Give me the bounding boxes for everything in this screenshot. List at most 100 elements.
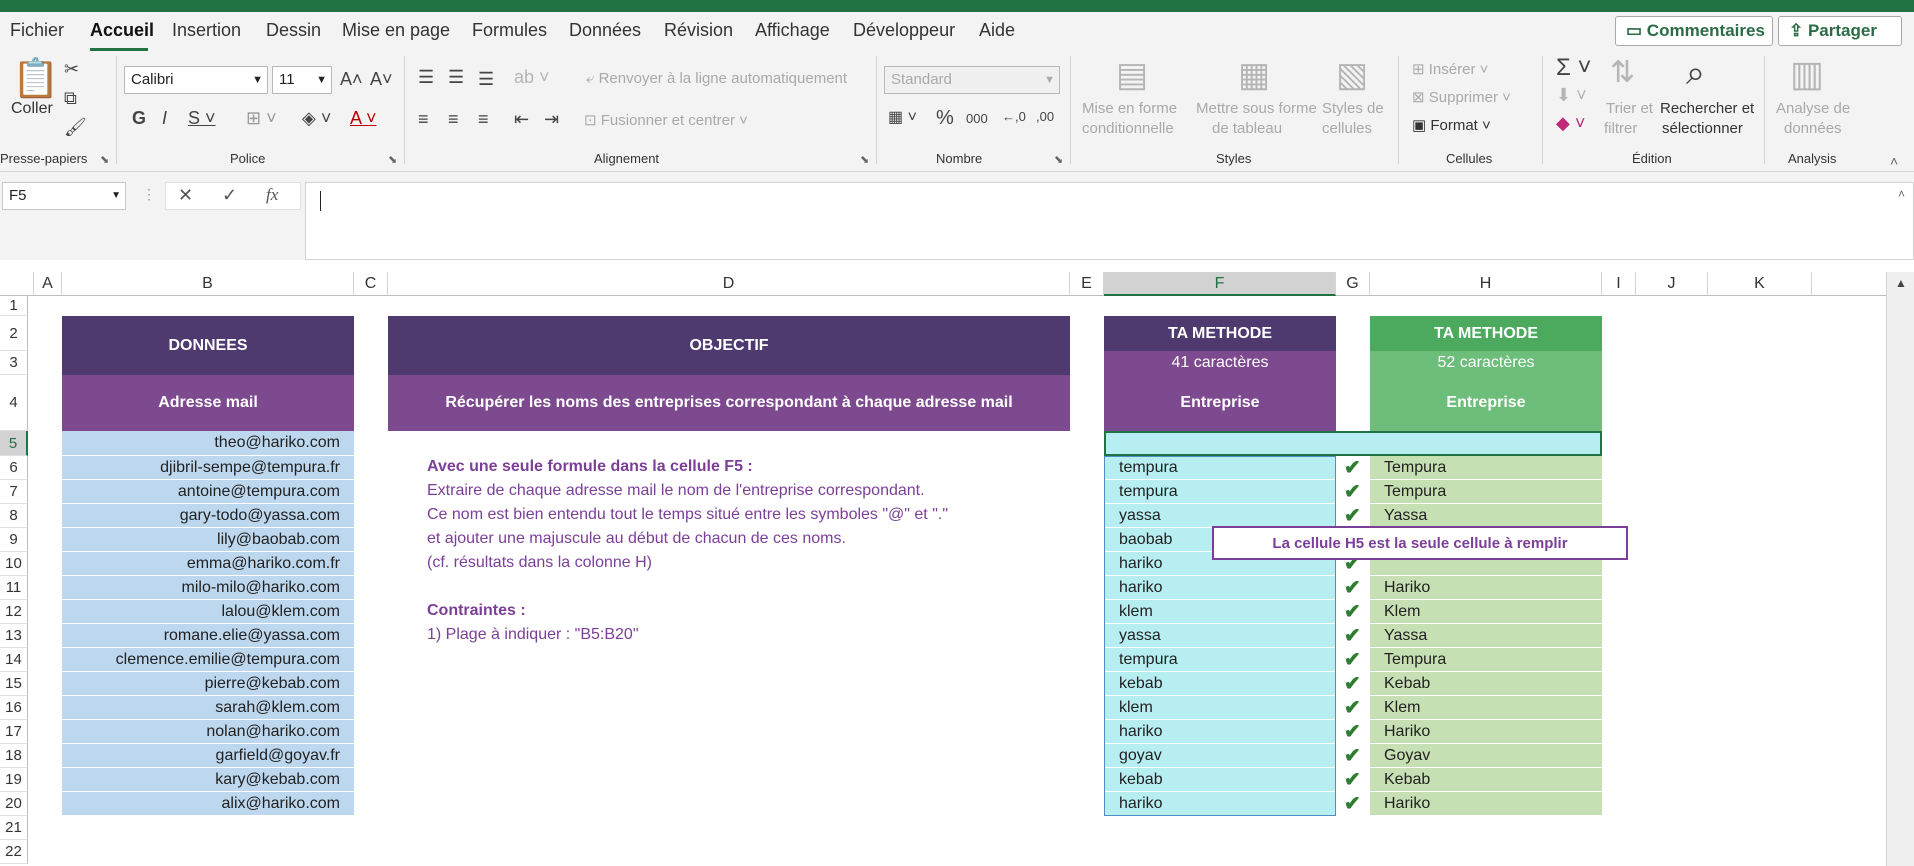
tab-fichier[interactable]: Fichier	[10, 20, 64, 41]
autosum-icon[interactable]: Σ ˅	[1556, 56, 1592, 80]
increase-decimal-icon[interactable]: ←,0	[1002, 110, 1026, 123]
name-box[interactable]: F5 ▼	[2, 182, 126, 210]
row-header-16[interactable]: 16	[0, 696, 28, 720]
fill-icon[interactable]: ⬇ ˅	[1556, 86, 1587, 104]
analyze-label-1[interactable]: Analyse de	[1776, 100, 1850, 117]
column-header-a[interactable]: A	[34, 272, 62, 296]
collapse-ribbon-icon[interactable]: ˄	[1890, 153, 1898, 169]
decrease-indent-icon[interactable]: ⇤	[514, 110, 529, 128]
selected-cell-f5[interactable]	[1104, 431, 1602, 456]
sort-label-2[interactable]: filtrer	[1604, 120, 1637, 137]
tab-formules[interactable]: Formules	[472, 20, 547, 41]
font-color-icon[interactable]: A ˅	[350, 109, 377, 127]
find-label-1[interactable]: Rechercher et	[1660, 100, 1754, 117]
search-icon[interactable]: ⌕	[1686, 56, 1705, 90]
align-right-icon[interactable]: ≡	[478, 110, 489, 128]
font-launcher-icon[interactable]: ⬊	[388, 153, 397, 166]
underline-icon[interactable]: S ˅	[188, 109, 216, 127]
row-header-18[interactable]: 18	[0, 744, 28, 768]
number-format-dropdown[interactable]: Standard ▼	[884, 66, 1060, 94]
share-button[interactable]: ⇪ Partager	[1778, 16, 1902, 46]
sort-filter-icon[interactable]: ⇅	[1610, 58, 1635, 88]
tab-revision[interactable]: Révision	[664, 20, 733, 41]
column-header-j[interactable]: J	[1636, 272, 1708, 296]
table-format-label-2[interactable]: de tableau	[1212, 120, 1282, 137]
accounting-format-icon[interactable]: ▦ ˅	[888, 110, 917, 126]
tab-dessin[interactable]: Dessin	[266, 20, 321, 41]
cond-format-label-1[interactable]: Mise en forme	[1082, 100, 1177, 117]
decrease-font-icon[interactable]: A˅	[370, 70, 393, 88]
delete-button[interactable]: ⊠ Supprimer ˅	[1412, 88, 1511, 106]
tab-mise-en-page[interactable]: Mise en page	[342, 20, 450, 41]
column-header-d[interactable]: D	[388, 272, 1070, 296]
insert-button[interactable]: ⊞ Insérer ˅	[1412, 60, 1488, 78]
tab-insertion[interactable]: Insertion	[172, 20, 241, 41]
format-button[interactable]: ▣ Format ˅	[1412, 116, 1491, 134]
clear-icon[interactable]: ◆ ˅	[1556, 114, 1585, 132]
insert-function-icon[interactable]: fx	[266, 185, 278, 205]
row-header-13[interactable]: 13	[0, 624, 28, 648]
column-header-e[interactable]: E	[1070, 272, 1104, 296]
row-header-10[interactable]: 10	[0, 552, 28, 576]
thousands-icon[interactable]: 000	[966, 112, 988, 125]
row-header-17[interactable]: 17	[0, 720, 28, 744]
alignment-launcher-icon[interactable]: ⬊	[860, 153, 869, 166]
cell-styles-icon[interactable]: ▧	[1336, 58, 1368, 92]
orientation-icon[interactable]: ab ˅	[514, 68, 550, 86]
row-header-4[interactable]: 4	[0, 375, 28, 431]
row-header-8[interactable]: 8	[0, 504, 28, 528]
find-label-2[interactable]: sélectionner	[1662, 120, 1743, 137]
tab-accueil[interactable]: Accueil	[90, 20, 154, 41]
enter-icon[interactable]: ✓	[222, 185, 237, 206]
borders-icon[interactable]: ⊞ ˅	[246, 109, 277, 127]
analyze-data-icon[interactable]: ▥	[1790, 56, 1824, 92]
row-header-9[interactable]: 9	[0, 528, 28, 552]
cell-styles-label-2[interactable]: cellules	[1322, 120, 1372, 137]
tab-affichage[interactable]: Affichage	[755, 20, 830, 41]
column-header-b[interactable]: B	[62, 272, 354, 296]
row-header-11[interactable]: 11	[0, 576, 28, 600]
decrease-decimal-icon[interactable]: ,00	[1036, 110, 1054, 123]
analyze-label-2[interactable]: données	[1784, 120, 1842, 137]
bold-icon[interactable]: G	[132, 109, 146, 127]
wrap-text-button[interactable]: ⤶ Renvoyer à la ligne automatiquement	[586, 70, 847, 87]
comments-button[interactable]: ▭ Commentaires	[1615, 16, 1773, 46]
tab-aide[interactable]: Aide	[979, 20, 1015, 41]
percent-icon[interactable]: %	[936, 108, 954, 128]
clipboard-launcher-icon[interactable]: ⬊	[100, 153, 109, 166]
select-all-corner[interactable]	[0, 272, 34, 296]
cond-format-label-2[interactable]: conditionnelle	[1082, 120, 1174, 137]
formula-input[interactable]: ˄	[305, 182, 1914, 260]
row-header-22[interactable]: 22	[0, 840, 28, 864]
font-size-dropdown[interactable]: 11 ▼	[272, 66, 332, 94]
paste-label[interactable]: Coller	[11, 100, 53, 118]
sort-label-1[interactable]: Trier et	[1606, 100, 1653, 117]
align-bottom-icon[interactable]: ☰	[478, 70, 494, 88]
row-header-21[interactable]: 21	[0, 816, 28, 840]
row-header-6[interactable]: 6	[0, 456, 28, 480]
row-header-19[interactable]: 19	[0, 768, 28, 792]
align-middle-icon[interactable]: ☰	[448, 68, 464, 86]
copy-icon[interactable]: ⧉	[64, 89, 77, 107]
row-header-20[interactable]: 20	[0, 792, 28, 816]
column-header-i[interactable]: I	[1602, 272, 1636, 296]
number-launcher-icon[interactable]: ⬊	[1054, 153, 1063, 166]
row-header-1[interactable]: 1	[0, 296, 28, 316]
column-header-c[interactable]: C	[354, 272, 388, 296]
vertical-scrollbar[interactable]: ▲	[1886, 272, 1914, 866]
more-options-icon[interactable]: ⋮	[142, 186, 156, 203]
align-top-icon[interactable]: ☰	[418, 68, 434, 86]
column-header-f[interactable]: F	[1104, 272, 1336, 296]
row-header-15[interactable]: 15	[0, 672, 28, 696]
row-header-2[interactable]: 2	[0, 316, 28, 351]
align-center-icon[interactable]: ≡	[448, 110, 459, 128]
paste-icon[interactable]: 📋	[12, 60, 59, 98]
row-header-3[interactable]: 3	[0, 351, 28, 375]
column-header-k[interactable]: K	[1708, 272, 1812, 296]
conditional-format-icon[interactable]: ▤	[1116, 58, 1148, 92]
row-header-5[interactable]: 5	[0, 431, 28, 456]
fill-color-icon[interactable]: ◈ ˅	[302, 109, 331, 127]
tab-donnees[interactable]: Données	[569, 20, 641, 41]
row-header-12[interactable]: 12	[0, 600, 28, 624]
cell-styles-label-1[interactable]: Styles de	[1322, 100, 1384, 117]
